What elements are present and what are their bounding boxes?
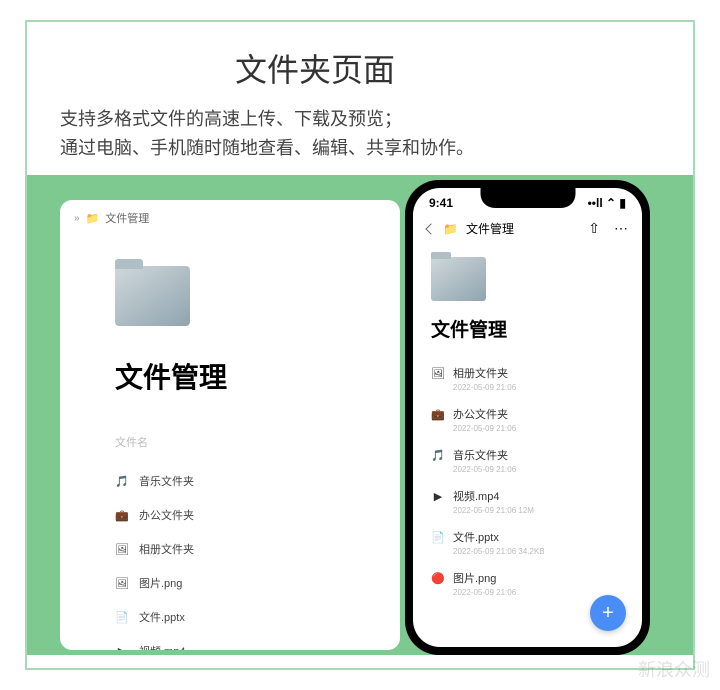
folder-large-icon <box>115 266 190 326</box>
page-description: 支持多格式文件的高速上传、下载及预览； 通过电脑、手机随时随地查看、编辑、共享和… <box>60 105 474 163</box>
item-name: 文件.pptx <box>139 609 185 625</box>
item-meta: 2022-05-09 21:06 12M <box>453 506 642 515</box>
item-name: 音乐文件夹 <box>139 473 194 489</box>
chevron-icon: » <box>74 213 80 224</box>
breadcrumb-label: 文件管理 <box>105 210 149 226</box>
list-item[interactable]: ▶ 视频.mp4 2022-05-09 21:06 12M <box>431 481 642 522</box>
list-item[interactable]: 🎵 音乐文件夹 <box>115 464 400 498</box>
list-item[interactable]: 🖼 图片.png <box>115 566 400 600</box>
item-meta: 2022-05-09 21:06 <box>453 383 642 392</box>
list-item[interactable]: 🖼 相册文件夹 <box>115 532 400 566</box>
share-icon[interactable]: ⇧ <box>588 220 600 237</box>
desktop-breadcrumb[interactable]: » 📁 文件管理 <box>60 200 400 236</box>
desktop-heading: 文件管理 <box>115 356 400 396</box>
watermark: 新浪众测 <box>638 656 710 682</box>
list-item[interactable]: 🖼 相册文件夹 2022-05-09 21:06 <box>431 358 642 399</box>
folder-small-icon <box>431 257 486 301</box>
image-icon: 🔴 <box>431 571 445 585</box>
phone-heading: 文件管理 <box>431 315 642 342</box>
list-item[interactable]: 💼 办公文件夹 2022-05-09 21:06 <box>431 399 642 440</box>
image-icon: 🖼 <box>115 576 129 590</box>
video-icon: ▶ <box>431 489 445 503</box>
file-icon: 📄 <box>431 530 445 544</box>
briefcase-icon: 💼 <box>431 407 445 421</box>
briefcase-icon: 💼 <box>115 508 129 522</box>
music-icon: 🎵 <box>115 474 129 488</box>
breadcrumb-label: 文件管理 <box>466 220 514 237</box>
item-name: 图片.png <box>139 575 182 591</box>
item-name: 办公文件夹 <box>139 507 194 523</box>
phone-notch <box>480 188 575 208</box>
list-item[interactable]: 📄 文件.pptx 2022-05-09 21:06 34.2KB <box>431 522 642 563</box>
image-icon: 🖼 <box>115 542 129 556</box>
phone-header: 📁 文件管理 ⇧ ⋯ <box>413 214 642 243</box>
add-button[interactable]: + <box>590 595 626 631</box>
page-title: 文件夹页面 <box>235 45 395 91</box>
item-meta: 2022-05-09 21:06 <box>453 465 642 474</box>
list-item[interactable]: 📄 文件.pptx <box>115 600 400 634</box>
list-item[interactable]: ▶ 视频.mp4 <box>115 634 400 650</box>
item-name: 相册文件夹 <box>139 541 194 557</box>
desc-line-2: 通过电脑、手机随时随地查看、编辑、共享和协作。 <box>60 134 474 163</box>
music-icon: 🎵 <box>431 448 445 462</box>
item-name: 视频.mp4 <box>139 643 185 650</box>
image-icon: 🖼 <box>431 366 445 380</box>
status-time: 9:41 <box>429 196 453 210</box>
back-icon[interactable] <box>425 223 436 234</box>
video-icon: ▶ <box>115 644 129 650</box>
desc-line-1: 支持多格式文件的高速上传、下载及预览； <box>60 105 474 134</box>
file-icon: 📄 <box>115 610 129 624</box>
item-meta: 2022-05-09 21:06 34.2KB <box>453 547 642 556</box>
phone-screen: 9:41 ••ll ⌃ ▮ 📁 文件管理 ⇧ ⋯ 文件管理 🖼 相册文件夹 2022… <box>413 188 642 647</box>
item-name: 音乐文件夹 <box>453 447 508 463</box>
item-meta: 2022-05-09 21:06 <box>453 424 642 433</box>
desktop-file-list: 🎵 音乐文件夹 💼 办公文件夹 🖼 相册文件夹 🖼 图片.png 📄 文件.pptx ▶ 视… <box>115 464 400 650</box>
phone-frame: 9:41 ••ll ⌃ ▮ 📁 文件管理 ⇧ ⋯ 文件管理 🖼 相册文件夹 2022… <box>405 180 650 655</box>
desktop-window: » 📁 文件管理 文件管理 文件名 🎵 音乐文件夹 💼 办公文件夹 🖼 相册文件夹 🖼… <box>60 200 400 650</box>
item-name: 相册文件夹 <box>453 365 508 381</box>
item-name: 办公文件夹 <box>453 406 508 422</box>
phone-file-list: 🖼 相册文件夹 2022-05-09 21:06 💼 办公文件夹 2022-05-09 … <box>431 358 642 604</box>
folder-icon: 📁 <box>86 212 100 225</box>
column-header: 文件名 <box>115 434 400 450</box>
item-name: 文件.pptx <box>453 529 499 545</box>
item-name: 图片.png <box>453 570 496 586</box>
more-icon[interactable]: ⋯ <box>614 220 628 237</box>
status-signal: ••ll ⌃ ▮ <box>588 196 626 210</box>
folder-icon: 📁 <box>443 222 458 236</box>
list-item[interactable]: 💼 办公文件夹 <box>115 498 400 532</box>
item-name: 视频.mp4 <box>453 488 499 504</box>
list-item[interactable]: 🎵 音乐文件夹 2022-05-09 21:06 <box>431 440 642 481</box>
